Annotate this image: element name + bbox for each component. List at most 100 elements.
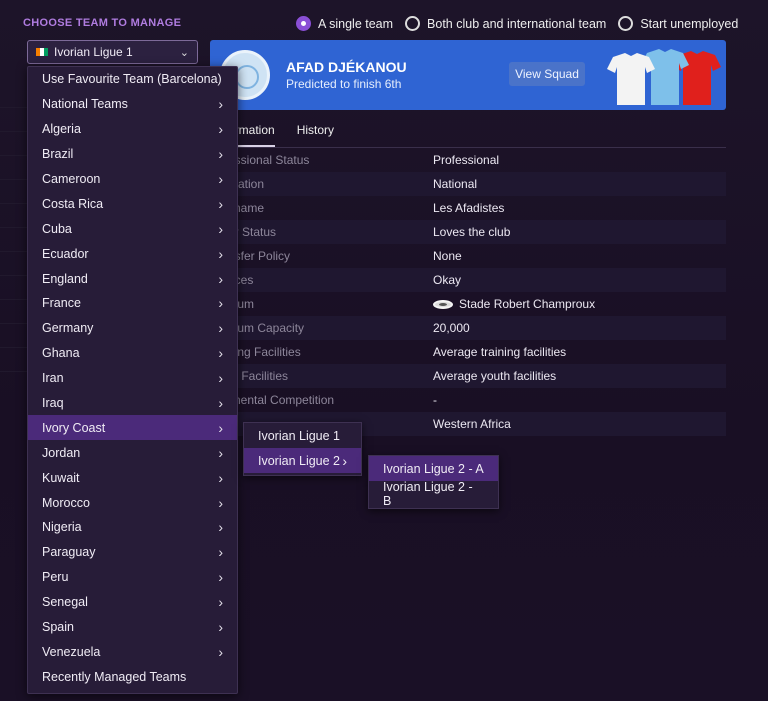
info-tabs: ormation History xyxy=(228,123,334,147)
info-value: Western Africa xyxy=(433,417,511,431)
info-key: tinental Competition xyxy=(228,393,335,407)
menu-item-paraguay[interactable]: Paraguay › xyxy=(28,540,237,565)
info-row: ning Facilities Average training faciliti… xyxy=(228,340,726,364)
info-row: er Status Loves the club xyxy=(228,220,726,244)
chevron-right-icon: › xyxy=(218,494,223,511)
menu-item-costa-rica[interactable]: Costa Rica › xyxy=(28,191,237,216)
menu-item-ghana[interactable]: Ghana › xyxy=(28,341,237,366)
menu-item-ecuador[interactable]: Ecuador › xyxy=(28,241,237,266)
info-key: nces xyxy=(228,273,254,287)
info-row: th Facilities Average youth facilities xyxy=(228,364,726,388)
submenu-item-ligue-2-a[interactable]: Ivorian Ligue 2 - A xyxy=(369,456,498,481)
info-row: nces Okay xyxy=(228,268,726,292)
info-value: 20,000 xyxy=(433,321,470,335)
chevron-right-icon: › xyxy=(218,270,223,287)
menu-item-england[interactable]: England › xyxy=(28,266,237,291)
chevron-right-icon: › xyxy=(218,320,223,337)
menu-item-label: Algeria xyxy=(42,122,81,137)
menu-item-label: Cameroon xyxy=(42,172,101,186)
radio-start-unemployed[interactable]: Start unemployed xyxy=(618,16,738,31)
chevron-right-icon: › xyxy=(218,395,223,412)
division-submenu: Ivorian Ligue 2 - A Ivorian Ligue 2 - B xyxy=(368,455,499,509)
chevron-right-icon: › xyxy=(218,469,223,486)
menu-item-national-teams[interactable]: National Teams › xyxy=(28,92,237,117)
chevron-right-icon: › xyxy=(218,370,223,387)
chevron-down-icon: ⌄ xyxy=(179,46,189,59)
tab-history[interactable]: History xyxy=(297,123,334,147)
menu-item-label: National Teams xyxy=(42,97,128,112)
background-rows xyxy=(0,84,27,372)
menu-item-algeria[interactable]: Algeria › xyxy=(28,117,237,142)
club-kits-icon xyxy=(607,49,721,105)
menu-item-cuba[interactable]: Cuba › xyxy=(28,216,237,241)
radio-single-team[interactable]: A single team xyxy=(296,16,393,31)
menu-item-label: Venezuela xyxy=(42,644,101,659)
club-banner: AFAD DJÉKANOU Predicted to finish 6th Vi… xyxy=(210,40,726,110)
menu-item-label: Jordan xyxy=(42,445,81,460)
menu-item-nigeria[interactable]: Nigeria › xyxy=(28,515,237,540)
menu-item-recently-managed[interactable]: Recently Managed Teams xyxy=(28,664,237,689)
info-key: utation xyxy=(228,177,265,191)
selected-league-label: Ivorian Ligue 1 xyxy=(54,45,133,59)
chevron-right-icon: › xyxy=(218,619,223,636)
submenu-item-ligue-2-b[interactable]: Ivorian Ligue 2 - B xyxy=(369,480,498,508)
menu-item-label: Iraq xyxy=(42,396,64,411)
club-info-table: essional Status Professional utation Natio… xyxy=(228,148,726,436)
radio-label: A single team xyxy=(318,16,394,31)
menu-item-brazil[interactable]: Brazil › xyxy=(28,142,237,167)
info-value: Average training facilities xyxy=(433,345,567,359)
menu-item-label: Senegal xyxy=(42,595,88,610)
chevron-right-icon: › xyxy=(218,419,223,436)
chevron-right-icon: › xyxy=(218,569,223,586)
info-value: Loves the club xyxy=(433,225,511,239)
menu-item-label: Cuba xyxy=(42,221,72,236)
menu-item-label: Costa Rica xyxy=(42,196,104,211)
menu-item-kuwait[interactable]: Kuwait › xyxy=(28,465,237,490)
info-row: kname Les Afadistes xyxy=(228,196,726,220)
ivory-coast-flag-icon xyxy=(36,48,48,56)
info-value: Stade Robert Champroux xyxy=(459,297,596,311)
info-value: Les Afadistes xyxy=(433,201,505,215)
menu-item-morocco[interactable]: Morocco › xyxy=(28,490,237,515)
league-submenu: Ivorian Ligue 1 Ivorian Ligue 2 › xyxy=(243,422,362,476)
menu-item-venezuela[interactable]: Venezuela › xyxy=(28,639,237,664)
menu-item-label: Use Favourite Team (Barcelona) xyxy=(42,72,222,87)
menu-item-iraq[interactable]: Iraq › xyxy=(28,391,237,416)
info-row: utation National xyxy=(228,172,726,196)
submenu-item-label: Ivorian Ligue 2 xyxy=(258,453,341,468)
chevron-right-icon: › xyxy=(218,295,223,312)
info-row: dium Capacity 20,000 xyxy=(228,316,726,340)
info-row: dium Stade Robert Champroux xyxy=(228,292,726,316)
info-value: Professional xyxy=(433,153,500,167)
submenu-item-ligue-2[interactable]: Ivorian Ligue 2 › xyxy=(244,448,361,473)
club-name: AFAD DJÉKANOU xyxy=(286,59,407,75)
team-select-dropdown[interactable]: Ivorian Ligue 1 ⌄ xyxy=(27,40,198,64)
submenu-item-label: Ivorian Ligue 2 - A xyxy=(383,461,484,476)
menu-item-label: Iran xyxy=(42,371,64,386)
menu-item-senegal[interactable]: Senegal › xyxy=(28,590,237,615)
menu-item-jordan[interactable]: Jordan › xyxy=(28,440,237,465)
menu-item-germany[interactable]: Germany › xyxy=(28,316,237,341)
chevron-right-icon: › xyxy=(218,519,223,536)
submenu-item-ligue-1[interactable]: Ivorian Ligue 1 xyxy=(244,423,361,448)
menu-item-peru[interactable]: Peru › xyxy=(28,565,237,590)
chevron-right-icon: › xyxy=(218,245,223,262)
menu-item-label: Paraguay xyxy=(42,545,96,560)
view-squad-button[interactable]: View Squad xyxy=(509,62,585,86)
info-value: None xyxy=(433,249,462,263)
menu-item-ivory-coast[interactable]: Ivory Coast › xyxy=(28,415,237,441)
info-key: dium xyxy=(228,297,255,311)
menu-item-label: Ivory Coast xyxy=(42,420,106,435)
info-row: nsfer Policy None xyxy=(228,244,726,268)
menu-item-label: England xyxy=(42,271,88,286)
menu-item-favourite-team[interactable]: Use Favourite Team (Barcelona) xyxy=(28,67,237,92)
menu-item-france[interactable]: France › xyxy=(28,291,237,316)
menu-item-cameroon[interactable]: Cameroon › xyxy=(28,167,237,192)
menu-item-spain[interactable]: Spain › xyxy=(28,615,237,640)
chevron-right-icon: › xyxy=(218,121,223,138)
menu-item-iran[interactable]: Iran › xyxy=(28,366,237,391)
chevron-right-icon: › xyxy=(218,345,223,362)
radio-dot xyxy=(296,16,311,31)
radio-club-and-international[interactable]: Both club and international team xyxy=(405,16,606,31)
chevron-right-icon: › xyxy=(218,643,223,660)
